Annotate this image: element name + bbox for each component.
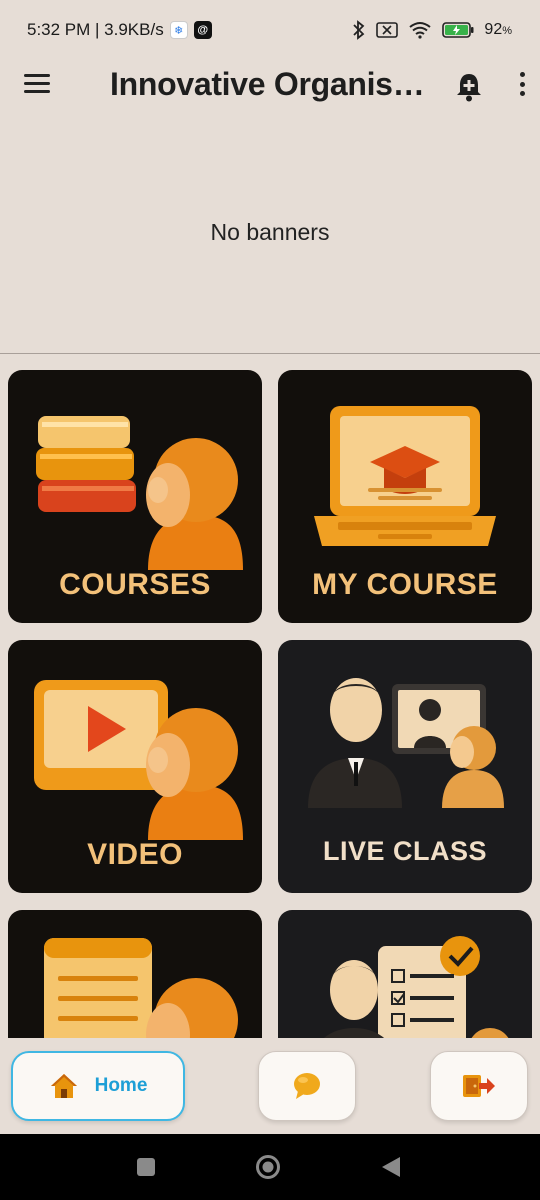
battery-percent: 92% [484, 21, 512, 38]
page-title: Innovative Organisa… [110, 66, 440, 102]
live-class-icon [308, 678, 504, 808]
bluetooth-icon [353, 20, 365, 40]
home-icon [50, 1074, 77, 1098]
more-options-button[interactable] [514, 72, 530, 102]
books-student-icon [36, 416, 243, 570]
sim-off-icon [376, 22, 399, 38]
status-left: 5:32 PM | 3.9KB/s ❄ @ [27, 20, 212, 40]
video-card[interactable]: VIDEO [8, 640, 262, 893]
battery-icon [442, 22, 474, 38]
threads-icon: @ [193, 21, 212, 39]
home-nav-button[interactable]: Home [11, 1051, 185, 1121]
my-course-label: MY COURSE [312, 568, 498, 601]
back-button[interactable] [381, 1156, 401, 1183]
notification-bell-icon [457, 74, 481, 102]
video-label: VIDEO [87, 838, 183, 871]
banner-area: No banners [0, 112, 540, 354]
recents-button[interactable] [136, 1157, 156, 1182]
notes-card[interactable] [8, 910, 262, 1038]
bottom-navigation: Home [0, 1038, 540, 1134]
feature-grid: COURSES MY COURSE VIDEO LIVE CLASS [0, 354, 540, 1038]
logout-icon [463, 1075, 495, 1097]
back-icon [382, 1157, 400, 1177]
app-bar: Innovative Organisa… [0, 60, 540, 112]
recents-icon [137, 1158, 155, 1176]
menu-button[interactable] [24, 74, 52, 98]
laptop-graduation-icon [314, 406, 496, 546]
live-class-card[interactable]: LIVE CLASS [278, 640, 532, 893]
snowflake-icon: ❄ [169, 21, 188, 39]
wifi-icon [409, 22, 432, 39]
notification-button[interactable] [452, 70, 486, 104]
courses-label: COURSES [59, 568, 211, 601]
home-system-button[interactable] [255, 1154, 281, 1185]
courses-card[interactable]: COURSES [8, 370, 262, 623]
status-right: 92% [352, 20, 512, 40]
no-banners-text: No banners [210, 219, 330, 245]
chat-nav-button[interactable] [258, 1051, 356, 1121]
live-class-label: LIVE CLASS [322, 836, 488, 866]
logout-nav-button[interactable] [430, 1051, 528, 1121]
quiz-card[interactable] [278, 910, 532, 1038]
home-nav-label: Home [94, 1075, 148, 1096]
checklist-teacher-icon [324, 936, 509, 1038]
chat-icon [294, 1073, 320, 1099]
menu-icon [24, 74, 52, 93]
video-player-icon [34, 680, 243, 840]
my-course-card[interactable]: MY COURSE [278, 370, 532, 623]
status-time: 5:32 PM | 3.9KB/s [27, 20, 164, 39]
home-circle-icon [256, 1155, 280, 1179]
notes-student-icon [44, 938, 238, 1038]
system-navigation-bar [0, 1134, 540, 1200]
more-vert-icon [519, 72, 525, 96]
status-bar: 5:32 PM | 3.9KB/s ❄ @ 92% [0, 0, 540, 60]
